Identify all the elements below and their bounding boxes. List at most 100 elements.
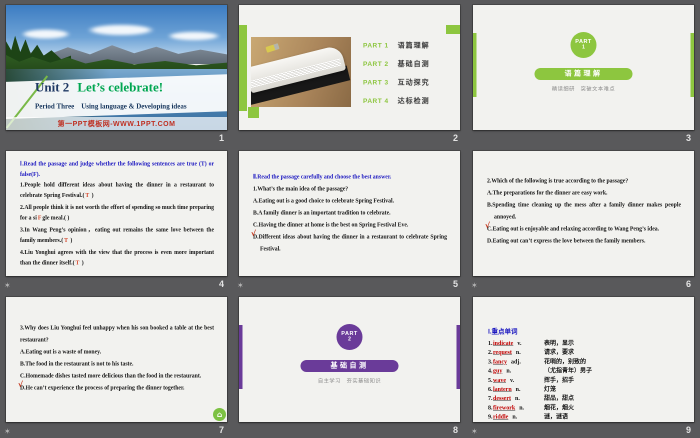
section-title-pill: 语篇理解: [534, 68, 633, 80]
period-subtitle: Period Three Using language & Developing…: [35, 103, 187, 111]
slide-thumbnail-3[interactable]: PART 1 语篇理解 精读细研 突破文本难点 3: [467, 0, 700, 146]
exercise-heading: Ⅰ.Read the passage and judge whether the…: [20, 161, 214, 178]
part-title: 互动探究: [397, 78, 430, 86]
check-icon: √: [485, 221, 491, 230]
vocab-word: request: [493, 348, 512, 356]
check-icon: √: [18, 380, 24, 389]
vocab-word: guy: [493, 367, 503, 375]
slide-7-choice-q3: 3.Why does Liu Yonghui feel unhappy when…: [6, 297, 227, 422]
green-left-bar: [239, 25, 247, 111]
home-icon: ⌂: [216, 410, 223, 419]
slide-thumbnail-9[interactable]: Ⅰ.重点单词 1.indicate v. 表明，显示 2.request n. 请求，要…: [467, 292, 700, 438]
vocab-meaning: 烟花，烟火: [544, 403, 575, 411]
option-c: C.Homemade dishes tasted more delicious …: [20, 373, 202, 379]
vocab-meaning: 花哨的，别致的: [544, 357, 587, 365]
contents-item: PART 4 达标检测: [363, 96, 430, 106]
slide-number: 3: [685, 133, 691, 143]
tf-item-1: 1.People hold different ideas about havi…: [20, 182, 214, 199]
slide-number: 9: [685, 425, 691, 435]
green-square: [248, 107, 259, 118]
animation-indicator-icon: ✶: [4, 427, 11, 436]
exercise-heading: Ⅱ.Read the passage carefully and choose …: [253, 174, 392, 180]
vocab-word: dessert: [493, 394, 511, 402]
animation-indicator-icon: ✶: [4, 281, 11, 290]
option-c: C.Having the dinner at home is the best …: [253, 222, 409, 228]
slide-1-title: Unit 2 Let’s celebrate! Period Three Usi…: [6, 5, 227, 130]
part-title: 达标检测: [397, 96, 430, 105]
slide-thumbnail-4[interactable]: Ⅰ.Read the passage and judge whether the…: [0, 146, 233, 292]
section-title-pill: 基础自测: [300, 360, 399, 372]
book-photo: [251, 37, 351, 107]
vocab-meaning: 挥手，招手: [544, 376, 575, 384]
eraser: [265, 43, 280, 53]
part-label: PART 3: [363, 78, 389, 87]
animation-indicator-icon: ✶: [471, 427, 478, 436]
option-b: B.A family dinner is an important tradit…: [253, 210, 391, 216]
question: 2.Which of the following is true accordi…: [487, 178, 629, 184]
contents-item: PART 2 基础自测: [363, 59, 430, 69]
part-number: 2: [348, 336, 351, 343]
vocab-meaning: 谜，谜语: [544, 413, 569, 421]
part-circle: PART 2: [336, 324, 363, 350]
tf-item-4: 4.Liu Yonghui agrees with the view that …: [20, 249, 214, 267]
tf-item-3: 3.In Wang Peng’s opinion，eating out rema…: [20, 227, 214, 244]
part-label: PART 4: [363, 97, 389, 105]
check-icon: √: [251, 229, 257, 238]
slide-2-contents: PART 1 语篇理解 PART 2 基础自测 PART 3 互动探究 PART…: [239, 5, 460, 130]
slide-thumbnail-2[interactable]: PART 1 语篇理解 PART 2 基础自测 PART 3 互动探究 PART…: [233, 0, 467, 146]
vocab-row: 4.guy n. （尤指青年）男子: [488, 367, 593, 375]
vocab-row: 9.riddle n. 谜，谜语: [488, 413, 569, 421]
vocab-meaning: 甜品，甜点: [544, 394, 575, 402]
animation-indicator-icon: ✶: [237, 281, 244, 290]
vocab-meaning: 灯笼: [544, 385, 557, 393]
option-b: B.The food in the restaurant is not to h…: [20, 361, 134, 367]
part-title: 语篇理解: [397, 41, 430, 49]
animation-indicator-icon: ✶: [471, 281, 478, 290]
slide-thumbnail-7[interactable]: 3.Why does Liu Yonghui feel unhappy when…: [0, 292, 233, 438]
tf-item-2: 2.All people think it is not worth the e…: [20, 204, 214, 222]
clouds: [6, 19, 227, 47]
section-subtitle: 自主学习 夯实基础知识: [317, 378, 382, 384]
part-number: 1: [582, 44, 585, 51]
vocab-row: 5.wave v. 挥手，招手: [488, 376, 575, 384]
vocab-word: indicate: [493, 339, 514, 347]
title-line: Unit 2 Let’s celebrate!: [35, 80, 163, 95]
contents-list: PART 1 语篇理解 PART 2 基础自测 PART 3 互动探究 PART…: [363, 40, 430, 114]
vocab-meaning: 表明，显示: [544, 339, 575, 347]
home-button[interactable]: ⌂: [213, 408, 226, 421]
question: 1.What’s the main idea of the passage?: [253, 186, 349, 192]
option-b: B.Spending time cleaning up the mess aft…: [487, 202, 681, 220]
unit-label: Unit 2: [35, 80, 70, 95]
contents-item: PART 1 语篇理解: [363, 40, 430, 50]
part-title: 基础自测: [397, 59, 430, 68]
option-a: A.Eating out is a waste of money.: [20, 349, 102, 355]
part-label: PART 2: [363, 60, 389, 68]
slide-number: 4: [218, 279, 224, 289]
slide-9-key-words: Ⅰ.重点单词 1.indicate v. 表明，显示 2.request n. 请求，要…: [473, 297, 694, 422]
part-word: PART: [575, 38, 592, 45]
option-d: D.Eating out can’t express the love betw…: [487, 238, 646, 244]
slide-number: 5: [452, 279, 458, 289]
option-a: A.Eating out is a good choice to celebra…: [253, 198, 395, 204]
contents-item: PART 3 互动探究: [363, 77, 430, 87]
slide-6-choice-q2: 2.Which of the following is true accordi…: [473, 151, 694, 276]
slide-number: 7: [218, 425, 224, 435]
slide-thumbnail-6[interactable]: 2.Which of the following is true accordi…: [467, 146, 700, 292]
part-word: PART: [341, 330, 358, 337]
option-d: √ D.He can’t experience the process of pr…: [18, 380, 185, 391]
slide-4-true-false: Ⅰ.Read the passage and judge whether the…: [6, 151, 227, 276]
watermark-text: 第一PPT模板网-WWW.1PPT.COM: [57, 119, 176, 128]
watermark-band: 第一PPT模板网-WWW.1PPT.COM: [6, 117, 227, 130]
slide-thumbnail-5[interactable]: Ⅱ.Read the passage carefully and choose …: [233, 146, 467, 292]
vocab-word: lantern: [493, 385, 512, 393]
slide-thumbnail-8[interactable]: PART 2 基础自测 自主学习 夯实基础知识 8: [233, 292, 467, 438]
vocab-row: 6.lantern n. 灯笼: [488, 385, 557, 393]
slide-sorter-grid: Unit 2 Let’s celebrate! Period Three Usi…: [0, 0, 700, 438]
vocab-row: 8.firework n. 烟花，烟火: [488, 403, 575, 411]
slide-number: 6: [685, 279, 691, 289]
vocab-word: riddle: [493, 413, 509, 421]
slide-thumbnail-1[interactable]: Unit 2 Let’s celebrate! Period Three Usi…: [0, 0, 233, 146]
vocab-word: fancy: [493, 357, 507, 365]
vocab-meaning: （尤指青年）男子: [544, 367, 593, 375]
vocab-word: wave: [493, 376, 506, 384]
